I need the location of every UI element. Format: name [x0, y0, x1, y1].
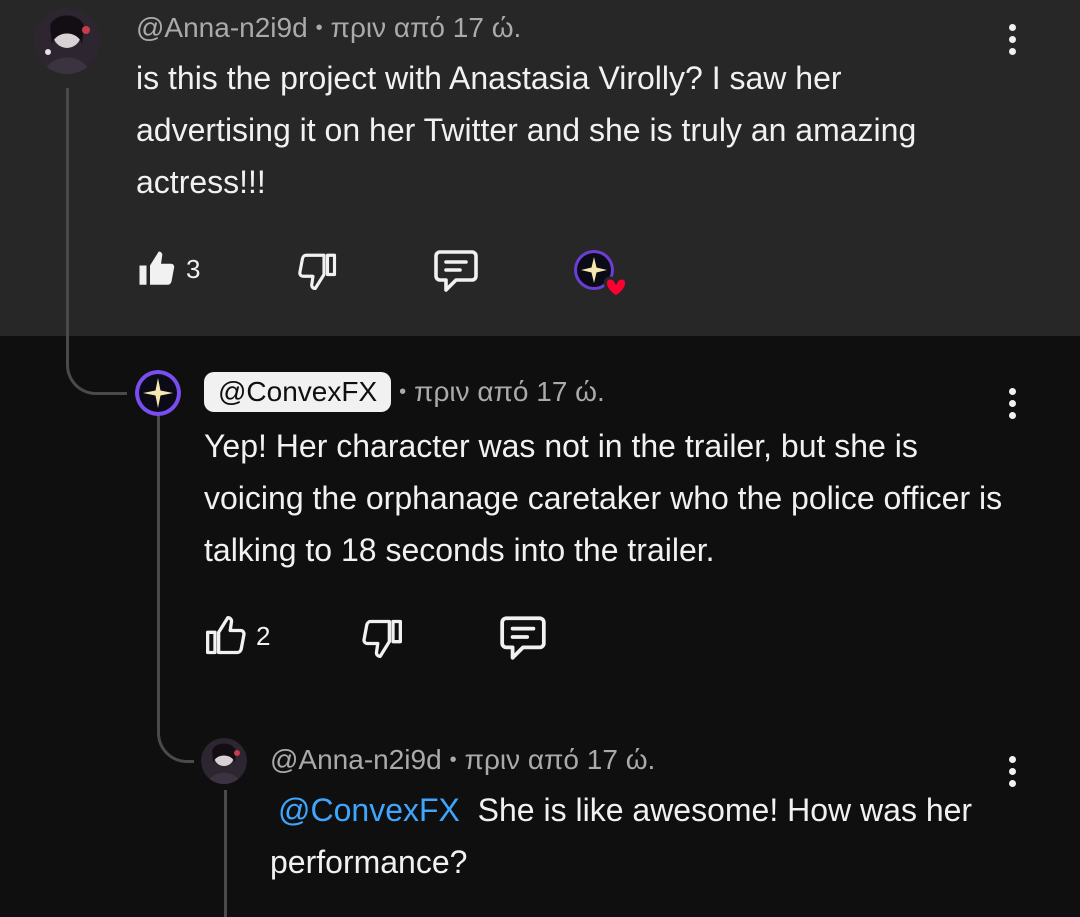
thumbs-up-icon: [139, 251, 175, 285]
like-count: 3: [186, 253, 201, 284]
reply-comment-icon: [434, 250, 478, 292]
reply-button[interactable]: [432, 248, 480, 294]
more-vertical-icon: [1008, 756, 1016, 763]
more-options-button[interactable]: [1006, 388, 1018, 419]
comment-text: Yep! Her character was not in the traile…: [204, 428, 1003, 568]
comment-text: @ConvexFX She is like awesome! How was h…: [270, 784, 990, 888]
comment-timestamp[interactable]: πριν από 17 ώ.: [414, 376, 605, 408]
avatar[interactable]: [34, 8, 100, 74]
like-button[interactable]: 2: [204, 614, 270, 658]
creator-heart-badge[interactable]: [572, 248, 634, 300]
like-button[interactable]: 3: [136, 248, 200, 290]
thumbs-down-icon: [362, 619, 402, 658]
comment-timestamp[interactable]: πριν από 17 ώ.: [331, 12, 522, 44]
like-count: 2: [256, 620, 271, 651]
creator-heart-icon: [604, 276, 628, 299]
comment-text: is this the project with Anastasia Virol…: [136, 60, 917, 200]
comment-timestamp[interactable]: πριν από 17 ώ.: [465, 744, 656, 776]
author-name[interactable]: @Anna-n2i9d: [270, 744, 442, 776]
thread-line: [224, 790, 227, 917]
comment-meta: @ConvexFX • πριν από 17 ώ.: [204, 370, 605, 414]
avatar[interactable]: [135, 370, 181, 416]
creator-handle-chip[interactable]: @ConvexFX: [204, 372, 392, 412]
thread-line: [66, 88, 69, 338]
dislike-button[interactable]: [360, 616, 404, 660]
avatar[interactable]: [201, 738, 247, 784]
separator-dot: •: [449, 748, 457, 771]
more-vertical-icon: [1008, 388, 1016, 395]
thumbs-down-icon: [298, 253, 337, 291]
separator-dot: •: [315, 16, 323, 39]
comment-meta: @Anna-n2i9d • πριν από 17 ώ.: [270, 740, 655, 780]
thumbs-up-icon: [206, 616, 246, 655]
author-name[interactable]: @Anna-n2i9d: [136, 12, 308, 44]
more-options-button[interactable]: [1006, 24, 1018, 55]
separator-dot: •: [399, 380, 407, 403]
mention-link[interactable]: @ConvexFX: [278, 792, 460, 828]
thread-line: [157, 400, 160, 700]
comment-meta: @Anna-n2i9d • πριν από 17 ώ.: [136, 8, 521, 48]
thread-connector: [66, 336, 127, 395]
more-options-button[interactable]: [1006, 756, 1018, 787]
reply-button[interactable]: [498, 614, 548, 662]
dislike-button[interactable]: [296, 250, 338, 292]
reply-comment-icon: [500, 616, 546, 660]
more-vertical-icon: [1008, 24, 1016, 31]
thread-connector: [157, 700, 194, 763]
